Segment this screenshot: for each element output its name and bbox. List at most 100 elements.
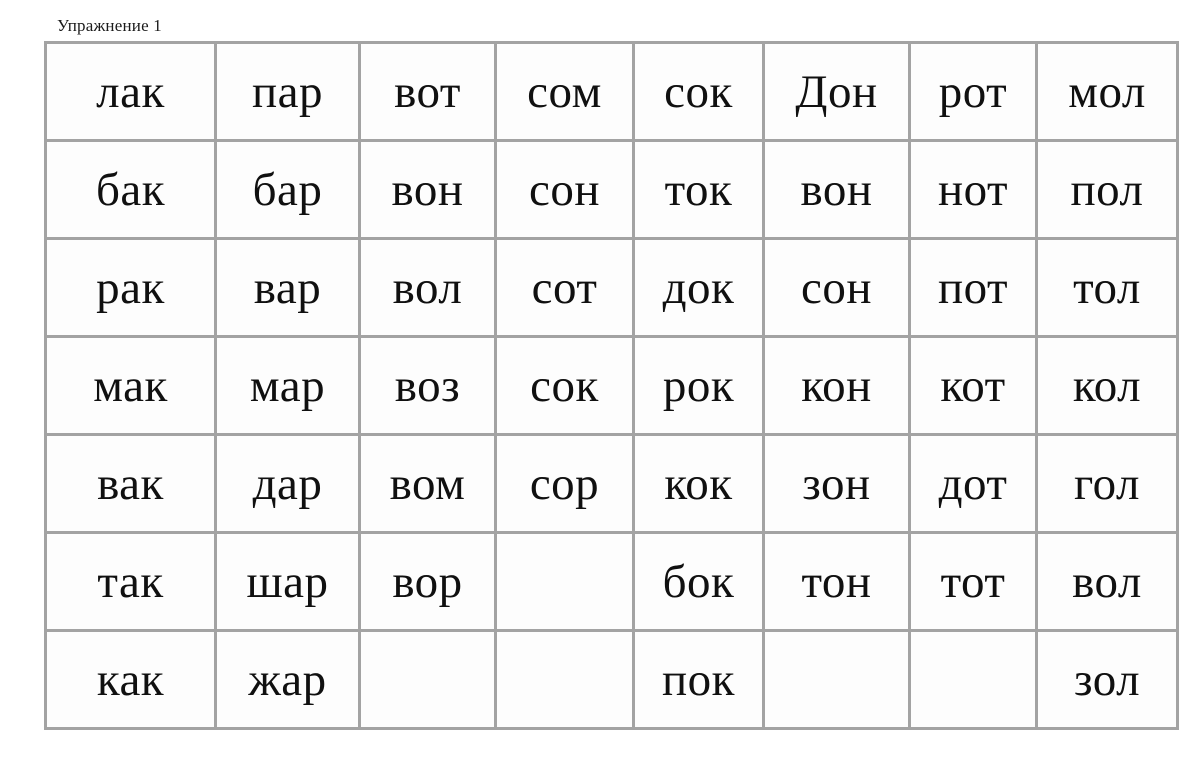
word-label: тот (940, 555, 1006, 608)
word-cell[interactable]: рак (47, 240, 217, 338)
word-cell[interactable]: вот (361, 44, 497, 142)
word-label: бак (95, 163, 166, 216)
word-cell[interactable]: тот (911, 534, 1038, 632)
word-label: вол (1072, 555, 1142, 608)
word-cell[interactable]: кот (911, 338, 1038, 436)
word-label: мол (1068, 65, 1146, 118)
word-label: ток (664, 163, 733, 216)
word-cell[interactable]: рок (635, 338, 765, 436)
word-label (497, 655, 632, 705)
word-cell[interactable]: сот (497, 240, 635, 338)
word-cell-empty[interactable] (497, 534, 635, 632)
word-cell[interactable]: пот (911, 240, 1038, 338)
word-cell[interactable]: пол (1038, 142, 1179, 240)
word-label: вом (389, 457, 466, 510)
word-cell[interactable]: бар (217, 142, 361, 240)
word-cell[interactable]: так (47, 534, 217, 632)
word-label: нот (937, 163, 1009, 216)
word-cell[interactable]: кон (765, 338, 911, 436)
word-label (497, 557, 632, 607)
word-cell[interactable]: сон (765, 240, 911, 338)
word-cell[interactable]: Дон (765, 44, 911, 142)
word-cell[interactable]: вон (361, 142, 497, 240)
table-row: вак дар вом сор кок зон дот гол (47, 436, 1179, 534)
word-cell[interactable]: кок (635, 436, 765, 534)
word-cell-empty[interactable] (765, 632, 911, 730)
word-label: пот (937, 261, 1009, 314)
word-label: мак (93, 359, 168, 412)
word-label: вор (392, 555, 463, 608)
word-label: пок (662, 653, 735, 706)
word-label (361, 655, 494, 705)
word-label: пол (1070, 163, 1144, 216)
word-cell[interactable]: нот (911, 142, 1038, 240)
word-label: вар (253, 261, 322, 314)
word-cell[interactable]: сон (497, 142, 635, 240)
word-card-grid-body: лак пар вот сом сок Дон рот мол бак бар … (47, 44, 1179, 730)
word-cell-empty[interactable] (911, 632, 1038, 730)
word-cell[interactable]: дот (911, 436, 1038, 534)
word-cell-empty[interactable] (361, 632, 497, 730)
word-cell[interactable]: тон (765, 534, 911, 632)
word-label: сон (528, 163, 600, 216)
word-label: зон (802, 457, 871, 510)
word-cell[interactable]: вон (765, 142, 911, 240)
word-cell[interactable]: зол (1038, 632, 1179, 730)
word-label: бок (662, 555, 735, 608)
word-label: мар (249, 359, 326, 412)
word-label: сок (530, 359, 599, 412)
table-row: бак бар вон сон ток вон нот пол (47, 142, 1179, 240)
word-cell[interactable]: вор (361, 534, 497, 632)
word-label: сом (527, 65, 602, 118)
word-cell[interactable]: воз (361, 338, 497, 436)
word-label: дар (252, 457, 323, 510)
table-row: так шар вор бок тон тот вол (47, 534, 1179, 632)
word-cell[interactable]: пар (217, 44, 361, 142)
word-label: бар (252, 163, 323, 216)
word-cell-empty[interactable] (497, 632, 635, 730)
word-label: вот (394, 65, 461, 118)
word-cell[interactable]: мол (1038, 44, 1179, 142)
worksheet-page: Упражнение 1 лак пар вот сом сок Дон рот… (0, 0, 1200, 778)
word-cell[interactable]: ток (635, 142, 765, 240)
word-label: жар (248, 653, 327, 706)
table-row: лак пар вот сом сок Дон рот мол (47, 44, 1179, 142)
word-label: кок (664, 457, 733, 510)
word-label: так (97, 555, 164, 608)
word-cell[interactable]: вак (47, 436, 217, 534)
word-cell[interactable]: сок (497, 338, 635, 436)
word-label: шар (246, 555, 329, 608)
word-cell[interactable]: мар (217, 338, 361, 436)
word-label: зол (1073, 653, 1141, 706)
word-label (911, 655, 1035, 705)
word-cell[interactable]: бак (47, 142, 217, 240)
word-label: кон (801, 359, 872, 412)
word-label: вол (392, 261, 463, 314)
word-cell[interactable]: кол (1038, 338, 1179, 436)
word-cell[interactable]: вол (1038, 534, 1179, 632)
word-cell[interactable]: тол (1038, 240, 1179, 338)
word-cell[interactable]: сом (497, 44, 635, 142)
word-cell[interactable]: гол (1038, 436, 1179, 534)
word-cell[interactable]: док (635, 240, 765, 338)
word-label: сок (664, 65, 733, 118)
word-cell[interactable]: сок (635, 44, 765, 142)
word-label: вак (97, 457, 164, 510)
word-label: гол (1074, 457, 1140, 510)
word-cell[interactable]: бок (635, 534, 765, 632)
word-cell[interactable]: зон (765, 436, 911, 534)
word-cell[interactable]: рот (911, 44, 1038, 142)
word-cell[interactable]: мак (47, 338, 217, 436)
word-cell[interactable]: лак (47, 44, 217, 142)
word-cell[interactable]: жар (217, 632, 361, 730)
word-cell[interactable]: пок (635, 632, 765, 730)
word-cell[interactable]: вар (217, 240, 361, 338)
word-cell[interactable]: дар (217, 436, 361, 534)
word-cell[interactable]: вол (361, 240, 497, 338)
word-cell[interactable]: шар (217, 534, 361, 632)
word-cell[interactable]: сор (497, 436, 635, 534)
word-cell[interactable]: как (47, 632, 217, 730)
word-label: вон (800, 163, 873, 216)
word-cell[interactable]: вом (361, 436, 497, 534)
table-row: как жар пок зол (47, 632, 1179, 730)
